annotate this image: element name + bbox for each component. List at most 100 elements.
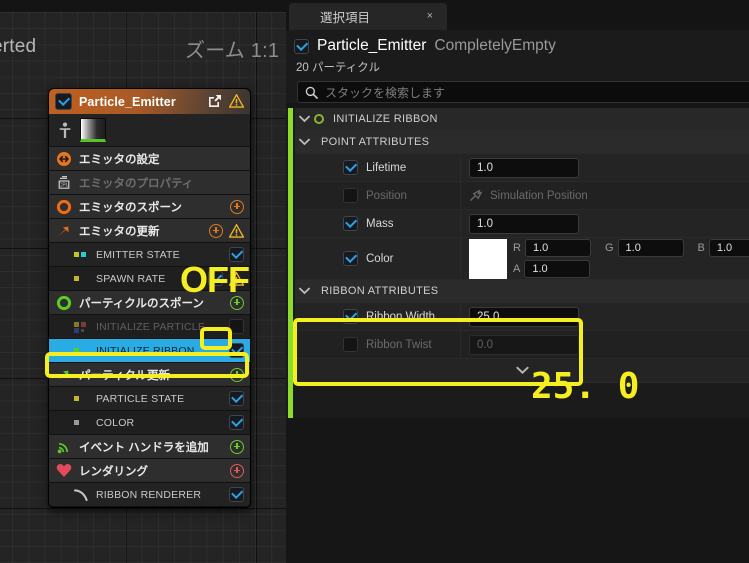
module-enabled-checkbox[interactable] [229, 391, 244, 406]
emitter-module-row-controls [208, 271, 244, 286]
emitter-module-label: COLOR [96, 416, 135, 429]
emitter-module-row-controls [229, 343, 244, 358]
attribute-label: Lifetime [366, 161, 407, 174]
add-module-button[interactable] [230, 367, 244, 382]
emitter-module-row[interactable]: CPU エミッタのプロパティ [49, 171, 250, 195]
module-stack: INITIALIZE RIBBON POINT ATTRIBUTES Lifetim… [286, 108, 749, 418]
attribute-enabled-checkbox[interactable] [343, 309, 358, 324]
attribute-label: Position [366, 189, 407, 202]
color-field-r[interactable]: 1.0 [524, 239, 591, 257]
emitter-module-row[interactable]: EMITTER STATE [49, 243, 250, 267]
module-enabled-checkbox[interactable] [229, 415, 244, 430]
stack-expand-more-button[interactable] [295, 359, 749, 383]
attribute-value-field[interactable]: 1.0 [469, 213, 579, 234]
add-renderer-button[interactable] [230, 463, 244, 478]
attribute-value-field[interactable]: 0.0 [469, 334, 579, 355]
emitter-module-row-controls [209, 223, 244, 238]
close-icon[interactable]: × [427, 10, 433, 22]
attribute-row[interactable]: Ribbon Width 25.0 [295, 303, 749, 331]
dots-multi-icon [73, 320, 89, 334]
emitter-node-header[interactable]: Particle_Emitter [49, 89, 250, 114]
attribute-row[interactable]: Lifetime 1.0 [295, 154, 749, 182]
emitter-module-row[interactable]: エミッタの更新 [49, 219, 250, 243]
chevron-down-icon[interactable] [295, 287, 313, 295]
color-channel-label-a: A [513, 263, 521, 275]
attribute-group-value-spacer [460, 131, 749, 153]
emitter-module-row[interactable]: エミッタのスポーン [49, 195, 250, 219]
emitter-module-row[interactable]: INITIALIZE PARTICLE [49, 315, 250, 339]
emitter-module-row[interactable]: イベント ハンドラを追加 [49, 435, 250, 459]
attribute-value-field[interactable]: 25.0 [469, 306, 579, 327]
module-enabled-checkbox[interactable] [229, 247, 244, 262]
emitter-preview-thumbnail[interactable] [80, 118, 106, 142]
color-field-g[interactable]: 1.0 [617, 239, 684, 257]
warning-icon[interactable] [229, 94, 244, 108]
module-enabled-checkbox[interactable] [229, 343, 244, 358]
person-scale-icon [59, 122, 71, 138]
circle-green-icon [56, 295, 72, 310]
open-in-new-icon[interactable] [207, 93, 223, 109]
attribute-row[interactable]: Color R 1.0 G 1.0 B 1.0 A 1.0 [295, 238, 749, 280]
add-module-button[interactable] [230, 439, 244, 454]
attribute-row[interactable]: Position Simulation Position [295, 182, 749, 210]
warning-icon[interactable] [229, 223, 244, 238]
stack-search-bar[interactable]: スタックを検索します [297, 81, 749, 103]
emitter-module-row[interactable]: エミッタの設定 [49, 147, 250, 171]
attribute-enabled-checkbox[interactable] [343, 160, 358, 175]
attribute-enabled-checkbox[interactable] [343, 251, 358, 266]
color-field-a[interactable]: 1.0 [524, 260, 591, 278]
attribute-link-value: Simulation Position [490, 189, 588, 202]
emitter-module-row[interactable]: RIBBON RENDERER [49, 483, 250, 507]
emitter-module-row[interactable]: SPAWN RATE [49, 267, 250, 291]
emitter-settings-icon [57, 151, 71, 166]
emitter-module-row[interactable]: パーティクルのスポーン [49, 291, 250, 315]
attribute-row[interactable]: Mass 1.0 [295, 210, 749, 238]
chevron-down-icon[interactable] [295, 138, 313, 146]
attribute-group-header[interactable]: RIBBON ATTRIBUTES [295, 280, 749, 303]
add-module-button[interactable] [209, 223, 223, 238]
emitter-module-row-controls [230, 463, 244, 478]
attribute-row[interactable]: Ribbon Twist 0.0 [295, 331, 749, 359]
emitter-module-label: パーティクル更新 [79, 369, 170, 382]
color-field-b[interactable]: 1.0 [708, 239, 749, 257]
emitter-module-row[interactable]: INITIALIZE RIBBON [49, 339, 250, 363]
attribute-name-cell: Ribbon Twist [295, 337, 460, 352]
emitter-module-row-controls [229, 487, 244, 502]
emitter-module-label: PARTICLE STATE [96, 392, 185, 405]
dot-green-icon [73, 344, 89, 358]
chevron-down-icon[interactable] [295, 115, 313, 123]
render-heart-icon [56, 463, 72, 477]
attribute-enabled-checkbox[interactable] [343, 216, 358, 231]
warning-icon[interactable] [229, 271, 244, 286]
add-module-button[interactable] [230, 199, 244, 214]
color-channel-label-b: B [697, 242, 705, 254]
stack-module-header[interactable]: INITIALIZE RIBBON [295, 108, 749, 131]
module-enabled-checkbox[interactable] [208, 271, 223, 286]
color-swatch[interactable] [469, 238, 507, 279]
attribute-group-header[interactable]: POINT ATTRIBUTES [295, 131, 749, 154]
module-enabled-checkbox[interactable] [229, 487, 244, 502]
emitter-module-label: SPAWN RATE [96, 272, 166, 285]
attribute-value-field[interactable]: 1.0 [469, 157, 579, 178]
attribute-enabled-checkbox[interactable] [343, 188, 358, 203]
emitter-enabled-checkbox[interactable] [55, 93, 72, 110]
attribute-enabled-checkbox[interactable] [343, 337, 358, 352]
emitter-module-list[interactable]: エミッタの設定 CPU エミッタのプロパティエミッタのスポーンエミッタの更新 EMIT… [49, 147, 250, 507]
emitter-module-row[interactable]: PARTICLE STATE [49, 387, 250, 411]
attribute-name-cell: Mass [295, 216, 460, 231]
emitter-module-label: エミッタのスポーン [79, 201, 182, 214]
emitter-module-row[interactable]: パーティクル更新 [49, 363, 250, 387]
add-module-button[interactable] [230, 295, 244, 310]
emitter-thumbnail-row[interactable] [49, 114, 250, 147]
tab-selection[interactable]: 選択項目 × [289, 3, 447, 30]
search-icon [305, 86, 318, 99]
module-enabled-checkbox[interactable] [229, 319, 244, 334]
particle-count-label: 20 パーティクル [296, 62, 380, 74]
emitter-module-row[interactable]: COLOR [49, 411, 250, 435]
attribute-name-cell: Color [295, 238, 460, 279]
arrow-orange-icon [59, 225, 69, 235]
particle-emitter-node[interactable]: Particle_Emitter エミッタの設定 CPU エミッタのプロパティ … [48, 88, 251, 508]
emitter-module-row[interactable]: レンダリング [49, 459, 250, 483]
canvas-text-fragment: erted [0, 36, 37, 57]
selection-enabled-checkbox[interactable] [294, 38, 309, 54]
